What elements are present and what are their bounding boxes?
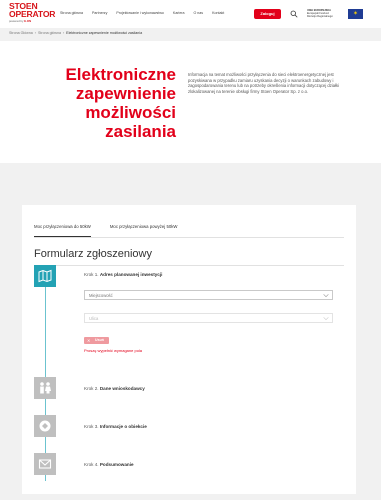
breadcrumb-current: Elektroniczne zapewnienie możliwości zas…	[66, 31, 143, 35]
logo-line2: OPERATOR	[9, 9, 56, 19]
eu-flag-icon: ✶	[348, 9, 363, 19]
validation-error: Proszę wypełnić wymagane pola	[84, 348, 143, 353]
nav-item-home[interactable]: Strona główna	[60, 11, 83, 15]
chevron-down-icon	[323, 317, 329, 321]
step3-label: Krok 3. Informacje o obiekcie	[84, 424, 147, 429]
close-icon: ✕	[87, 338, 91, 343]
nav-item-about[interactable]: O nas	[194, 11, 204, 15]
street-select-value: Ulica	[89, 316, 99, 321]
people-icon	[40, 382, 51, 394]
tabs-divider	[34, 237, 344, 238]
nav-item-career[interactable]: Kariera	[173, 11, 185, 15]
title-line2: zapewnienie	[75, 84, 176, 103]
step1-box	[34, 265, 56, 287]
power-tabs: Moc przyłączeniowa do 50kW Moc przyłącze…	[34, 224, 196, 238]
title-line4: zasilania	[105, 122, 176, 141]
step4-label: Krok 4. Podsumowanie	[84, 462, 134, 467]
step1-label: Krok 1. Adres planowanej inwestycji	[84, 272, 163, 277]
nav-item-contact[interactable]: Kontakt	[212, 11, 224, 15]
main-nav: Strona główna Partnerzy Projektowanie i …	[60, 11, 233, 15]
step2-label: Krok 2. Dane wnioskodawcy	[84, 386, 145, 391]
title-line3: możliwości	[85, 103, 176, 122]
eu-fund-badge: UNIA EUROPEJSKA Europejski Fundusz Rozwo…	[307, 9, 347, 20]
tab-power-above-50kw[interactable]: Moc przyłączeniowa powyżej 50kW	[110, 224, 178, 238]
delete-button[interactable]: ✕ Usuń	[84, 337, 109, 344]
breadcrumb-item-main[interactable]: Strona główna	[38, 31, 61, 35]
stoen-operator-logo[interactable]: STOEN OPERATOR powered by E.ON	[9, 2, 56, 23]
eu-badge-line3: Rozwoju Regionalnego	[307, 15, 333, 18]
street-select[interactable]: Ulica	[84, 313, 333, 323]
site-header: STOEN OPERATOR powered by E.ON Strona gł…	[0, 0, 381, 28]
title-divider	[34, 265, 344, 266]
logo-powered: powered by E.ON	[9, 19, 32, 23]
application-form-card: Moc przyłączeniowa do 50kW Moc przyłącze…	[22, 205, 356, 494]
envelope-icon	[38, 459, 52, 469]
title-line1: Elektroniczne	[65, 65, 176, 84]
object-info-icon	[39, 420, 51, 432]
step4-box	[34, 453, 56, 475]
nav-item-design[interactable]: Projektowanie i wykonawstwo	[116, 11, 164, 15]
hero-description: Informacja na temat możliwości przyłącze…	[188, 72, 340, 94]
chevron-down-icon	[323, 294, 329, 298]
delete-label: Usuń	[95, 338, 104, 342]
breadcrumb: Strona Główna › Strona główna › Elektroniczn…	[9, 31, 143, 35]
breadcrumb-item-home[interactable]: Strona Główna	[9, 31, 33, 35]
step2-box	[34, 377, 56, 399]
search-icon[interactable]	[290, 10, 298, 18]
form-title: Formularz zgłoszeniowy	[34, 248, 152, 260]
page-title: Elektroniczne zapewnienie możliwości zas…	[40, 65, 176, 141]
login-button[interactable]: Zaloguj	[254, 9, 281, 19]
nav-item-partners[interactable]: Partnerzy	[92, 11, 107, 15]
city-select-value: Miejscowość	[89, 293, 113, 298]
step3-box	[34, 415, 56, 437]
map-icon	[38, 269, 52, 283]
city-select[interactable]: Miejscowość	[84, 290, 333, 300]
hero-section: Elektroniczne zapewnienie możliwości zas…	[0, 41, 381, 163]
tab-power-up-to-50kw[interactable]: Moc przyłączeniowa do 50kW	[34, 224, 91, 238]
